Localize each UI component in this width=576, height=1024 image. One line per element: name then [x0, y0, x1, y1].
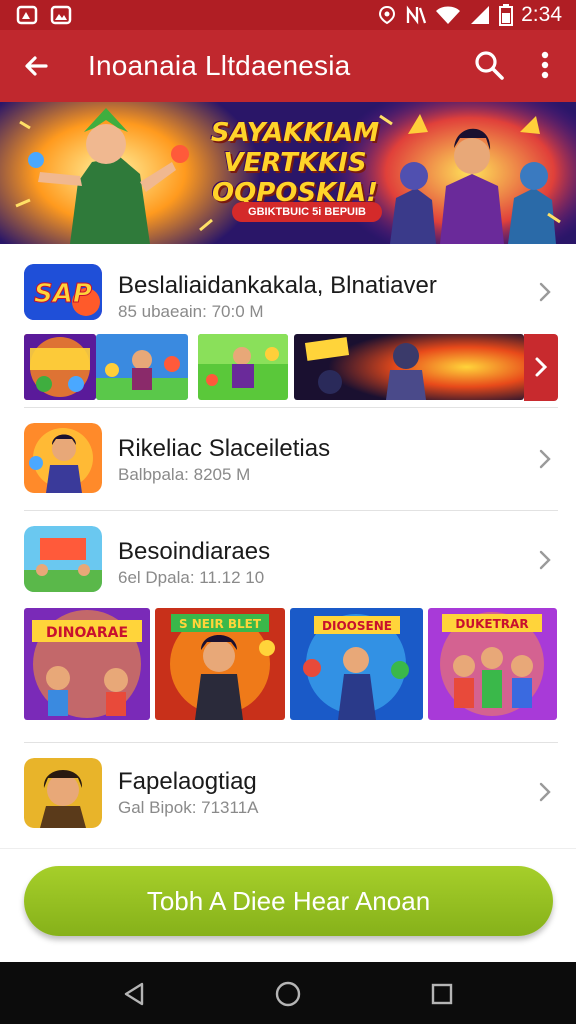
- screenshot-thumbnail[interactable]: DUKETRAR: [428, 608, 557, 720]
- chevron-right-icon[interactable]: [534, 548, 556, 572]
- app-name[interactable]: Besoindiaraes: [118, 538, 270, 566]
- search-icon[interactable]: [472, 48, 506, 82]
- screenshot-thumbnail[interactable]: [198, 334, 288, 400]
- location-icon: [379, 5, 396, 25]
- app-meta: 6el Dpala: 11.12 10: [118, 568, 265, 587]
- install-button[interactable]: Tobh A Diee Hear Anoan: [24, 866, 553, 936]
- app-meta: Gal Bipok: 71311A: [118, 798, 259, 817]
- thumbnail-label: DIOOSENE: [322, 619, 392, 633]
- status-bar: 2:34: [0, 0, 576, 30]
- thumbnail-label: DUKETRAR: [455, 617, 528, 631]
- back-arrow-icon[interactable]: [20, 50, 52, 82]
- signal-icon: [471, 6, 490, 24]
- app-meta: 85 ubaeain: 70:0 M: [118, 302, 264, 321]
- screenshot-thumbnail[interactable]: DIOOSENE: [290, 608, 423, 720]
- app-bar: Inoanaia Lltdaenesia: [0, 30, 576, 102]
- promo-banner[interactable]: SAYAKKIAM VERTKKIS OQPOSKIA! GBIKTBUIC 5…: [0, 102, 576, 244]
- thumbnail-label: DINOARAE: [46, 625, 128, 641]
- chevron-right-icon[interactable]: [534, 780, 556, 804]
- list-item: Besoindiaraes 6el Dpala: 11.12 10 DINOAR…: [0, 510, 576, 742]
- app-icon[interactable]: [24, 423, 102, 493]
- nfc-icon: [406, 5, 427, 25]
- banner-title: SAYAKKIAM VERTKKIS OQPOSKIA!: [210, 118, 380, 208]
- app-name[interactable]: Rikeliac Slaceiletias: [118, 435, 330, 463]
- screenshot-thumbnail[interactable]: [24, 334, 96, 400]
- app-icon[interactable]: SAP: [24, 264, 102, 320]
- wifi-icon: [436, 6, 461, 24]
- app-icon[interactable]: [24, 526, 102, 592]
- thumbnail-label: S NEIR BLET: [179, 617, 262, 631]
- app-name[interactable]: Beslaliaidankakala, Blnatiaver: [118, 272, 437, 300]
- next-screenshots-button[interactable]: [524, 334, 558, 401]
- app-meta: Balbpala: 8205 M: [118, 465, 251, 484]
- status-time: 2:34: [521, 3, 562, 26]
- recent-apps-icon[interactable]: [426, 978, 458, 1010]
- battery-icon: [499, 4, 514, 26]
- list-item: Fapelaogtiag Gal Bipok: 71311A: [0, 742, 576, 848]
- screenshot-thumbnail[interactable]: S NEIR BLET: [155, 608, 285, 720]
- image-notification-icon: [50, 5, 72, 25]
- chevron-right-icon[interactable]: [534, 280, 556, 304]
- app-icon-label: SAP: [34, 279, 92, 309]
- back-triangle-icon[interactable]: [118, 978, 150, 1010]
- chevron-right-icon[interactable]: [534, 447, 556, 471]
- list-item: Rikeliac Slaceiletias Balbpala: 8205 M: [0, 407, 576, 510]
- app-icon[interactable]: [24, 758, 102, 828]
- more-options-icon[interactable]: [530, 48, 560, 82]
- app-name[interactable]: Fapelaogtiag: [118, 768, 257, 796]
- home-circle-icon[interactable]: [272, 978, 304, 1010]
- screenshot-thumbnail[interactable]: [294, 334, 524, 400]
- chevron-right-icon: [535, 357, 548, 377]
- divider: [0, 848, 576, 849]
- navigation-bar: [0, 962, 576, 1024]
- screenshot-thumbnail[interactable]: [96, 334, 188, 400]
- page-title: Inoanaia Lltdaenesia: [88, 50, 351, 81]
- banner-subtitle: GBIKTBUIC 5i BEPUIB: [232, 202, 382, 222]
- notification-icon: [16, 5, 38, 25]
- screenshot-thumbnail[interactable]: DINOARAE: [24, 608, 150, 720]
